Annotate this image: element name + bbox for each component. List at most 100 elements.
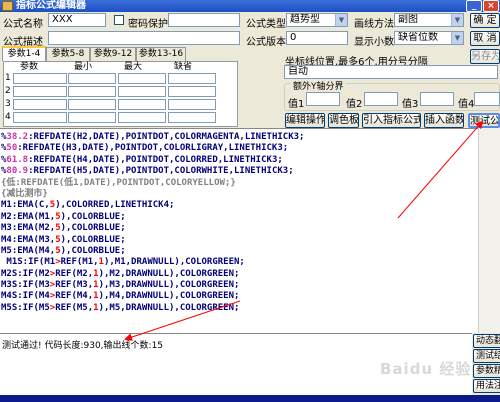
param-grid: 参数 最小 最大 缺省 1 2 3 4 — [3, 61, 238, 127]
code-token: M3S:IF(M3 — [1, 280, 50, 291]
side-button-panel: 动态翻 测试结 参数精 用法注 — [472, 333, 500, 395]
formula-name-label: 公式名称 — [3, 19, 43, 30]
code-line[interactable]: M1S:IF(M1>REF(M1,1),M1,DRAWNULL),COLORGR… — [1, 257, 478, 268]
taskbar-strip — [0, 395, 500, 402]
password-checkbox[interactable] — [114, 15, 124, 25]
code-line[interactable]: M2:EMA(M1,5),COLORBLUE; — [1, 212, 478, 223]
chevron-down-icon: ▼ — [335, 14, 347, 26]
formula-type-select[interactable]: 趋势型 ▼ — [286, 13, 348, 27]
axis-value-4-input[interactable] — [474, 92, 500, 106]
code-token: ),M3,DRAWNULL),COLORGREEN; — [98, 280, 240, 291]
formula-version-input[interactable]: 0 — [286, 31, 348, 45]
test-formula-button[interactable]: 测试公式 — [468, 113, 500, 128]
formula-name-input[interactable]: XXX — [48, 13, 106, 27]
decimal-value: 缺省位数 — [398, 32, 438, 43]
code-line[interactable]: %50:REFDATE(H3,DATE),POINTDOT,COLORLIGRA… — [1, 143, 478, 154]
code-token: ),COLORBLUE; — [60, 234, 126, 245]
code-line[interactable]: M5S:IF(M5>REF(M5,1),M5,DRAWNULL),COLORGR… — [1, 303, 478, 314]
code-token: 50 — [6, 143, 18, 154]
decimal-select[interactable]: 缺省位数 ▼ — [394, 31, 464, 45]
window-title-bar: 指标公式编辑器 _ × — [0, 0, 500, 12]
code-line[interactable]: M2S:IF(M2>REF(M2,1),M2,DRAWNULL),COLORGR… — [1, 269, 478, 280]
param-name-input[interactable] — [13, 99, 67, 110]
param-name-input[interactable] — [13, 112, 67, 123]
code-token: M4S:IF(M4 — [1, 291, 50, 302]
code-token: ),COLORBLUE; — [60, 245, 126, 256]
grid-row-num: 3 — [5, 99, 11, 109]
code-token: 80.9 — [6, 166, 29, 177]
param-default-input[interactable] — [168, 112, 216, 123]
palette-button[interactable]: 调色板 — [328, 113, 359, 128]
formula-type-label: 公式类型 — [246, 19, 286, 30]
save-as-button[interactable]: 另存为 — [470, 49, 500, 64]
code-token: REF(M5, — [55, 302, 94, 313]
usage-notes-button[interactable]: 用法注 — [473, 379, 500, 393]
code-token: :REFDATE(H3,DATE),POINTDOT,COLORLIGRAY,L… — [17, 143, 289, 154]
param-default-input[interactable] — [168, 99, 216, 110]
code-line[interactable]: M5:EMA(M4,5),COLORBLUE; — [1, 246, 478, 257]
coord-line-input[interactable]: 自动 — [284, 65, 498, 79]
param-min-input[interactable] — [68, 112, 116, 123]
axis-value-1-input[interactable] — [306, 92, 340, 106]
test-result-button[interactable]: 测试结 — [473, 349, 500, 363]
code-line[interactable]: {减比测市} — [1, 189, 478, 200]
code-line[interactable]: M3S:IF(M3>REF(M3,1),M3,DRAWNULL),COLORGR… — [1, 280, 478, 291]
param-name-input[interactable] — [13, 73, 67, 84]
grid-row-num: 4 — [5, 112, 11, 122]
minimize-icon[interactable]: _ — [466, 0, 482, 12]
edit-operations-button[interactable]: 编辑操作 — [285, 113, 325, 128]
tab-params-9-12[interactable]: 参数9-12 — [90, 47, 136, 61]
import-formula-button[interactable]: 引入指标公式 — [362, 113, 421, 128]
code-line[interactable]: M1:EMA(C,5),COLORRED,LINETHICK4; — [1, 200, 478, 211]
grid-header-min: 最小 — [74, 62, 93, 72]
param-default-input[interactable] — [168, 73, 216, 84]
formula-desc-input[interactable] — [48, 31, 240, 45]
code-line[interactable]: M4S:IF(M4>REF(M4,1),M4,DRAWNULL),COLORGR… — [1, 291, 478, 302]
code-token: REF(M3, — [55, 280, 94, 291]
tab-params-13-16[interactable]: 参数13-16 — [136, 47, 186, 61]
editor-scrollbar[interactable] — [478, 128, 500, 333]
code-line[interactable]: %80.9:REFDATE(H5,DATE),POINTDOT,COLORWHI… — [1, 166, 478, 177]
param-min-input[interactable] — [68, 99, 116, 110]
code-token: ),COLORBLUE; — [60, 223, 126, 234]
tab-params-1-4[interactable]: 参数1-4 — [2, 46, 46, 61]
code-line[interactable]: %38.2:REFDATE(H2,DATE),POINTDOT,COLORMAG… — [1, 132, 478, 143]
param-name-input[interactable] — [13, 86, 67, 97]
grid-header-default: 缺省 — [174, 62, 193, 72]
param-precision-button[interactable]: 参数精 — [473, 364, 500, 378]
formula-type-value: 趋势型 — [290, 14, 320, 25]
param-default-input[interactable] — [168, 86, 216, 97]
password-input[interactable] — [168, 13, 240, 27]
code-line[interactable]: M3:EMA(M2,5),COLORBLUE; — [1, 223, 478, 234]
param-min-input[interactable] — [68, 73, 116, 84]
grid-header-param: 参数 — [20, 62, 39, 72]
param-max-input[interactable] — [118, 112, 166, 123]
dynamic-translate-button[interactable]: 动态翻 — [473, 334, 500, 348]
code-token: ),M1,DRAWNULL),COLORGREEN; — [103, 257, 245, 268]
code-token: ),COLORRED,LINETHICK4; — [55, 200, 175, 211]
param-min-input[interactable] — [68, 86, 116, 97]
code-line[interactable]: {低:REFDATE(低1,DATE),POINTDOT,COLORYELLOW… — [1, 178, 478, 189]
code-token: M5:EMA(M4, — [1, 245, 56, 256]
code-line[interactable]: M4:EMA(M3,5),COLORBLUE; — [1, 235, 478, 246]
draw-method-select[interactable]: 副图 ▼ — [394, 13, 464, 27]
axis-value-3-label: 值3 — [402, 99, 419, 110]
cancel-button[interactable]: 取 消 — [470, 31, 500, 46]
grid-header-max: 最大 — [124, 62, 143, 72]
draw-method-label: 画线方法 — [354, 19, 394, 30]
ok-button[interactable]: 确 定 — [470, 13, 500, 28]
decimal-label: 显示小数 — [354, 37, 394, 48]
param-max-input[interactable] — [118, 73, 166, 84]
formula-code-editor[interactable]: %38.2:REFDATE(H2,DATE),POINTDOT,COLORMAG… — [0, 128, 478, 333]
axis-value-2-input[interactable] — [364, 92, 398, 106]
chevron-down-icon: ▼ — [451, 14, 463, 26]
param-max-input[interactable] — [118, 86, 166, 97]
axis-value-1-label: 值1 — [288, 99, 305, 110]
code-line[interactable]: %61.8:REFDATE(H4,DATE),POINTDOT,COLORRED… — [1, 155, 478, 166]
tab-params-5-8[interactable]: 参数5-8 — [46, 47, 90, 61]
axis-value-3-input[interactable] — [420, 92, 454, 106]
close-icon[interactable]: × — [483, 0, 499, 12]
param-max-input[interactable] — [118, 99, 166, 110]
code-token: ),M4,DRAWNULL),COLORGREEN; — [98, 291, 240, 302]
insert-function-button[interactable]: 插入函数 — [424, 113, 464, 128]
